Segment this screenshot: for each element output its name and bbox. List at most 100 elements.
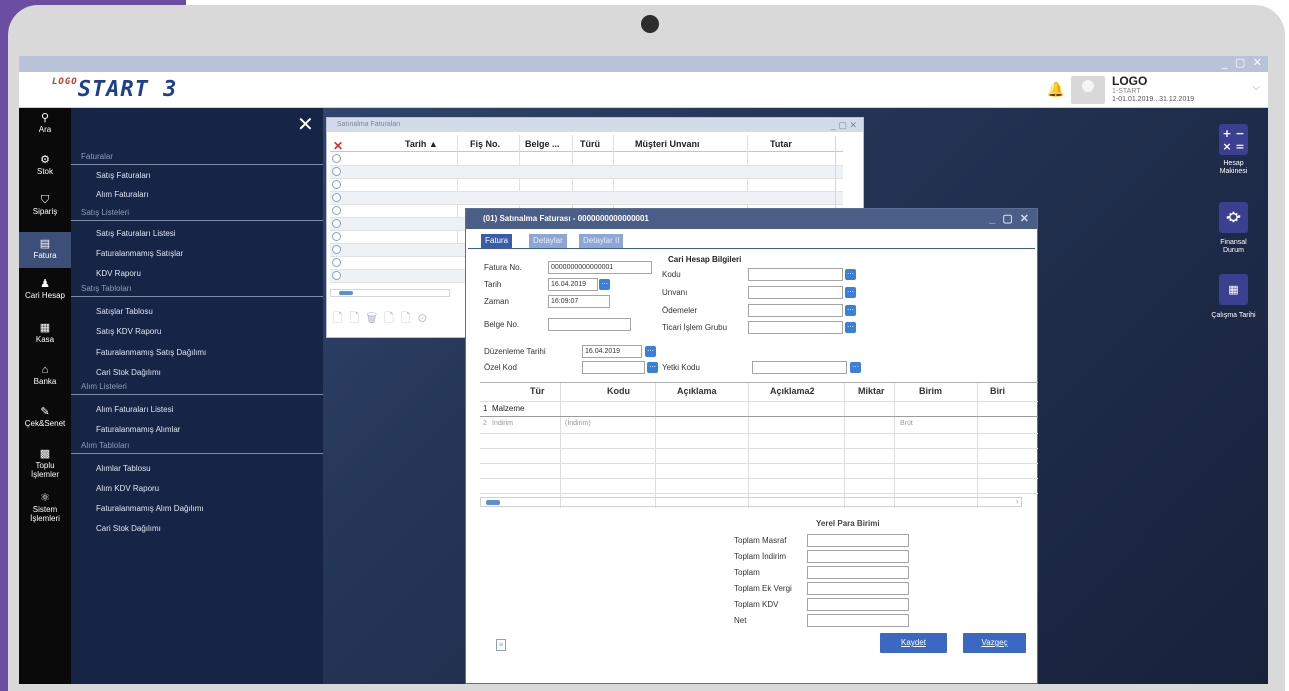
yetki-kodu-lookup-button[interactable]: … <box>850 362 861 373</box>
list-row[interactable] <box>330 166 843 179</box>
window-controls[interactable]: _ ▢ ✕ <box>831 118 857 132</box>
avatar[interactable] <box>1071 76 1105 104</box>
row-checkbox[interactable] <box>332 232 341 241</box>
bell-icon[interactable]: 🔔 <box>1047 82 1064 98</box>
cari-kodu-field[interactable] <box>748 268 843 281</box>
column-header-tur[interactable]: Tür <box>530 386 545 396</box>
row-tur[interactable]: Malzeme <box>492 404 524 413</box>
row-checkbox[interactable] <box>332 219 341 228</box>
column-header-fis-no[interactable]: Fiş No. <box>470 139 500 149</box>
zaman-field[interactable]: 16:09:07 <box>548 295 610 308</box>
column-header-kodu[interactable]: Kodu <box>607 386 630 396</box>
ozel-kod-field[interactable] <box>582 361 645 374</box>
cari-kodu-lookup-button[interactable]: … <box>845 269 856 280</box>
right-item-calisma-tarihi[interactable]: Çalışma Tarihi <box>1211 312 1256 320</box>
row-kodu[interactable]: (İndirim) <box>565 420 591 427</box>
nav-item-cari-hesap[interactable]: ♟ Cari Hesap <box>19 278 71 300</box>
odemeler-field[interactable] <box>748 304 843 317</box>
column-header-birim[interactable]: Birim <box>919 386 942 396</box>
row-checkbox[interactable] <box>332 180 341 189</box>
tab-detaylar[interactable]: Detaylar <box>529 234 567 248</box>
row-checkbox[interactable] <box>332 193 341 202</box>
nav-item-sistem-islemleri[interactable]: ⚛ Sistem İşlemleri <box>19 492 71 523</box>
row-tur[interactable]: İndirim <box>492 420 513 427</box>
duzenleme-date-picker-button[interactable]: … <box>645 346 656 357</box>
date-picker-button[interactable]: … <box>599 279 610 290</box>
nav-item-kasa[interactable]: ▦ Kasa <box>19 322 71 344</box>
menu-item-faturalanmamis-satis-dagilimi[interactable]: Faturalanmamış Satış Dağılımı <box>96 348 206 357</box>
column-header-turu[interactable]: Türü <box>580 139 600 149</box>
row-checkbox[interactable] <box>332 206 341 215</box>
finance-icon[interactable]: ⛮ <box>1219 202 1248 233</box>
save-button[interactable]: Kaydet <box>880 633 947 653</box>
column-header-tarih[interactable]: Tarih ▲ <box>405 139 438 149</box>
calendar-icon[interactable]: ▦ <box>1219 274 1248 305</box>
ticari-islem-grubu-lookup-button[interactable]: … <box>845 322 856 333</box>
cancel-button[interactable]: Vazgeç <box>963 633 1026 653</box>
menu-item-alimlar-tablosu[interactable]: Alımlar Tablosu <box>96 464 151 473</box>
net-label: Net <box>734 616 747 625</box>
list-toolbar[interactable]: 🗋🗋🗑🗋🗋⊙ <box>333 309 434 330</box>
odemeler-lookup-button[interactable]: … <box>845 305 856 316</box>
column-header-tutar[interactable]: Tutar <box>770 139 792 149</box>
menu-item-alim-kdv-raporu[interactable]: Alım KDV Raporu <box>96 484 159 493</box>
nav-item-stok[interactable]: ⚙ Stok <box>19 154 71 176</box>
row-checkbox[interactable] <box>332 258 341 267</box>
row-birim[interactable]: Brüt <box>900 420 913 427</box>
column-header-miktar[interactable]: Miktar <box>858 386 885 396</box>
tab-detaylar-ii[interactable]: Detaylar II <box>579 234 624 248</box>
menu-item-faturalanmamis-alimlar[interactable]: Faturalanmamış Alımlar <box>96 425 180 434</box>
right-item-finansal-durum[interactable]: Finansal Durum <box>1211 239 1256 255</box>
calculator-icon[interactable]: + − × = <box>1219 124 1248 155</box>
menu-item-satis-faturalari-listesi[interactable]: Satış Faturaları Listesi <box>96 229 176 238</box>
close-icon[interactable]: ✕ <box>297 112 314 136</box>
yetki-kodu-field[interactable] <box>752 361 847 374</box>
row-checkbox[interactable] <box>332 271 341 280</box>
tarih-field[interactable]: 16.04.2019 <box>548 278 598 291</box>
window-controls[interactable]: _ ▢ ✕ <box>989 209 1031 229</box>
row-checkbox[interactable] <box>332 245 341 254</box>
menu-item-satis-faturalari[interactable]: Satış Faturaları <box>96 171 151 180</box>
menu-item-cari-stok-dagilimi-satis[interactable]: Cari Stok Dağılımı <box>96 368 161 377</box>
column-header-aciklama2[interactable]: Açıklama2 <box>770 386 815 396</box>
duzenleme-tarihi-field[interactable]: 16.04.2019 <box>582 345 642 358</box>
menu-item-faturalanmamis-alim-dagilimi[interactable]: Faturalanmamış Alım Dağılımı <box>96 504 204 513</box>
menu-item-cari-stok-dagilimi-alim[interactable]: Cari Stok Dağılımı <box>96 524 161 533</box>
nav-item-fatura[interactable]: ▤ Fatura <box>19 232 71 268</box>
chevron-down-icon[interactable]: ⌵ <box>1252 82 1260 93</box>
list-row[interactable] <box>330 153 843 166</box>
menu-item-satis-kdv-raporu[interactable]: Satış KDV Raporu <box>96 327 161 336</box>
chevron-right-icon[interactable]: › <box>1016 497 1019 506</box>
grid-horizontal-scrollbar[interactable]: › <box>480 497 1022 507</box>
ozel-kod-lookup-button[interactable]: … <box>647 362 658 373</box>
right-item-hesap-makinesi[interactable]: Hesap Makinesi <box>1211 160 1256 176</box>
belge-no-field[interactable] <box>548 318 631 331</box>
menu-item-kdv-raporu[interactable]: KDV Raporu <box>96 269 141 278</box>
horizontal-scrollbar[interactable] <box>330 289 450 297</box>
nav-item-banka[interactable]: ⌂ Banka <box>19 364 71 386</box>
column-header-biri[interactable]: Biri <box>990 386 1005 396</box>
menu-item-satislar-tablosu[interactable]: Satışlar Tablosu <box>96 307 153 316</box>
nav-item-toplu-islemler[interactable]: ▩ Toplu İşlemler <box>19 448 71 479</box>
row-checkbox[interactable] <box>332 154 341 163</box>
column-header-belge[interactable]: Belge ... <box>525 139 560 149</box>
column-header-musteri-unvani[interactable]: Müşteri Unvanı <box>635 139 700 149</box>
nav-item-cek-senet[interactable]: ✎ Çek&Senet <box>19 406 71 428</box>
menu-item-alim-faturalari[interactable]: Alım Faturaları <box>96 190 148 199</box>
nav-item-ara[interactable]: ⚲ Ara <box>19 112 71 134</box>
document-icon[interactable]: ≡ <box>496 639 506 651</box>
fatura-no-field[interactable]: 0000000000000001 <box>548 261 652 274</box>
menu-item-alim-faturalari-listesi[interactable]: Alım Faturaları Listesi <box>96 405 173 414</box>
ticari-islem-grubu-field[interactable] <box>748 321 843 334</box>
column-header-aciklama[interactable]: Açıklama <box>677 386 717 396</box>
close-icon[interactable]: ✕ <box>333 139 343 153</box>
row-checkbox[interactable] <box>332 167 341 176</box>
cari-unvani-lookup-button[interactable]: … <box>845 287 856 298</box>
cari-unvani-field[interactable] <box>748 286 843 299</box>
nav-item-siparis[interactable]: ⛉ Sipariş <box>19 194 71 216</box>
list-row[interactable] <box>330 179 843 192</box>
list-row[interactable] <box>330 192 843 205</box>
menu-item-faturalanmamis-satislar[interactable]: Faturalanmamış Satışlar <box>96 249 183 258</box>
window-controls[interactable]: _ ▢ ✕ <box>1222 56 1264 69</box>
tab-fatura[interactable]: Fatura <box>481 234 513 248</box>
